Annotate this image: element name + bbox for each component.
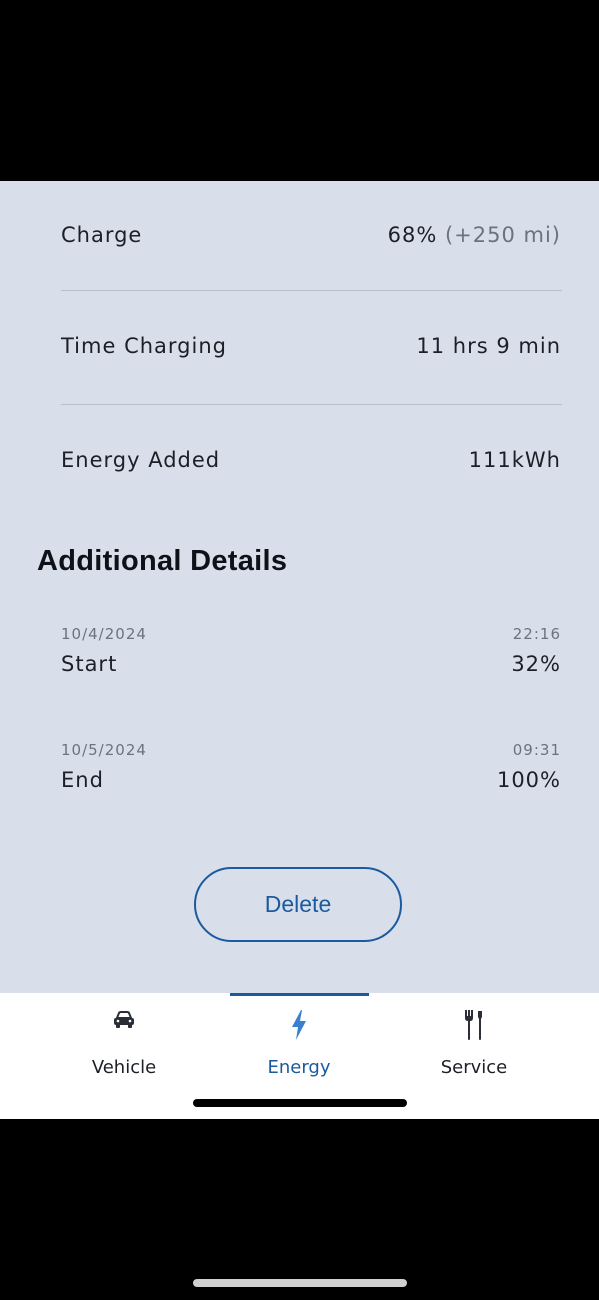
energy-added-value: 111kWh <box>468 448 561 472</box>
tab-service-label: Service <box>440 1057 508 1078</box>
end-time: 09:31 <box>512 741 561 759</box>
end-detail: 10/5/2024 09:31 End 100% <box>61 741 561 801</box>
end-percent: 100% <box>496 768 561 792</box>
tools-icon <box>462 1009 486 1045</box>
divider <box>61 290 562 291</box>
top-black-area <box>0 0 599 181</box>
delete-button[interactable]: Delete <box>194 867 402 942</box>
start-detail: 10/4/2024 22:16 Start 32% <box>61 625 561 685</box>
active-tab-indicator <box>230 993 369 996</box>
end-date: 10/5/2024 <box>61 741 147 759</box>
time-charging-row: Time Charging 11 hrs 9 min <box>61 334 561 374</box>
additional-details-title: Additional Details <box>37 545 288 577</box>
home-indicator[interactable] <box>193 1099 407 1107</box>
energy-added-row: Energy Added 111kWh <box>61 448 561 488</box>
start-time: 22:16 <box>512 625 561 643</box>
car-icon <box>112 1009 136 1035</box>
range-added: (+250 mi) <box>444 223 561 247</box>
divider <box>61 404 562 405</box>
end-label: End <box>61 768 104 792</box>
lightning-bolt-icon <box>289 1009 309 1045</box>
charge-session-panel: Charge 68% (+250 mi) Time Charging 11 hr… <box>0 181 599 993</box>
tab-energy[interactable]: Energy <box>229 1005 369 1078</box>
bottom-tab-bar: Vehicle Energy Service <box>0 993 599 1119</box>
tab-energy-label: Energy <box>267 1057 331 1078</box>
time-charging-label: Time Charging <box>61 334 227 358</box>
tab-vehicle-label: Vehicle <box>91 1057 157 1078</box>
charge-row: Charge 68% (+250 mi) <box>61 223 561 263</box>
start-label: Start <box>61 652 118 676</box>
time-charging-value: 11 hrs 9 min <box>416 334 561 358</box>
energy-added-label: Energy Added <box>61 448 221 472</box>
start-percent: 32% <box>511 652 561 676</box>
tab-service[interactable]: Service <box>404 1005 544 1078</box>
charge-value: 68% (+250 mi) <box>387 223 561 247</box>
charge-label: Charge <box>61 223 143 247</box>
start-date: 10/4/2024 <box>61 625 147 643</box>
tab-vehicle[interactable]: Vehicle <box>54 1005 194 1078</box>
home-indicator[interactable] <box>193 1279 407 1287</box>
bottom-black-area <box>0 1119 599 1300</box>
